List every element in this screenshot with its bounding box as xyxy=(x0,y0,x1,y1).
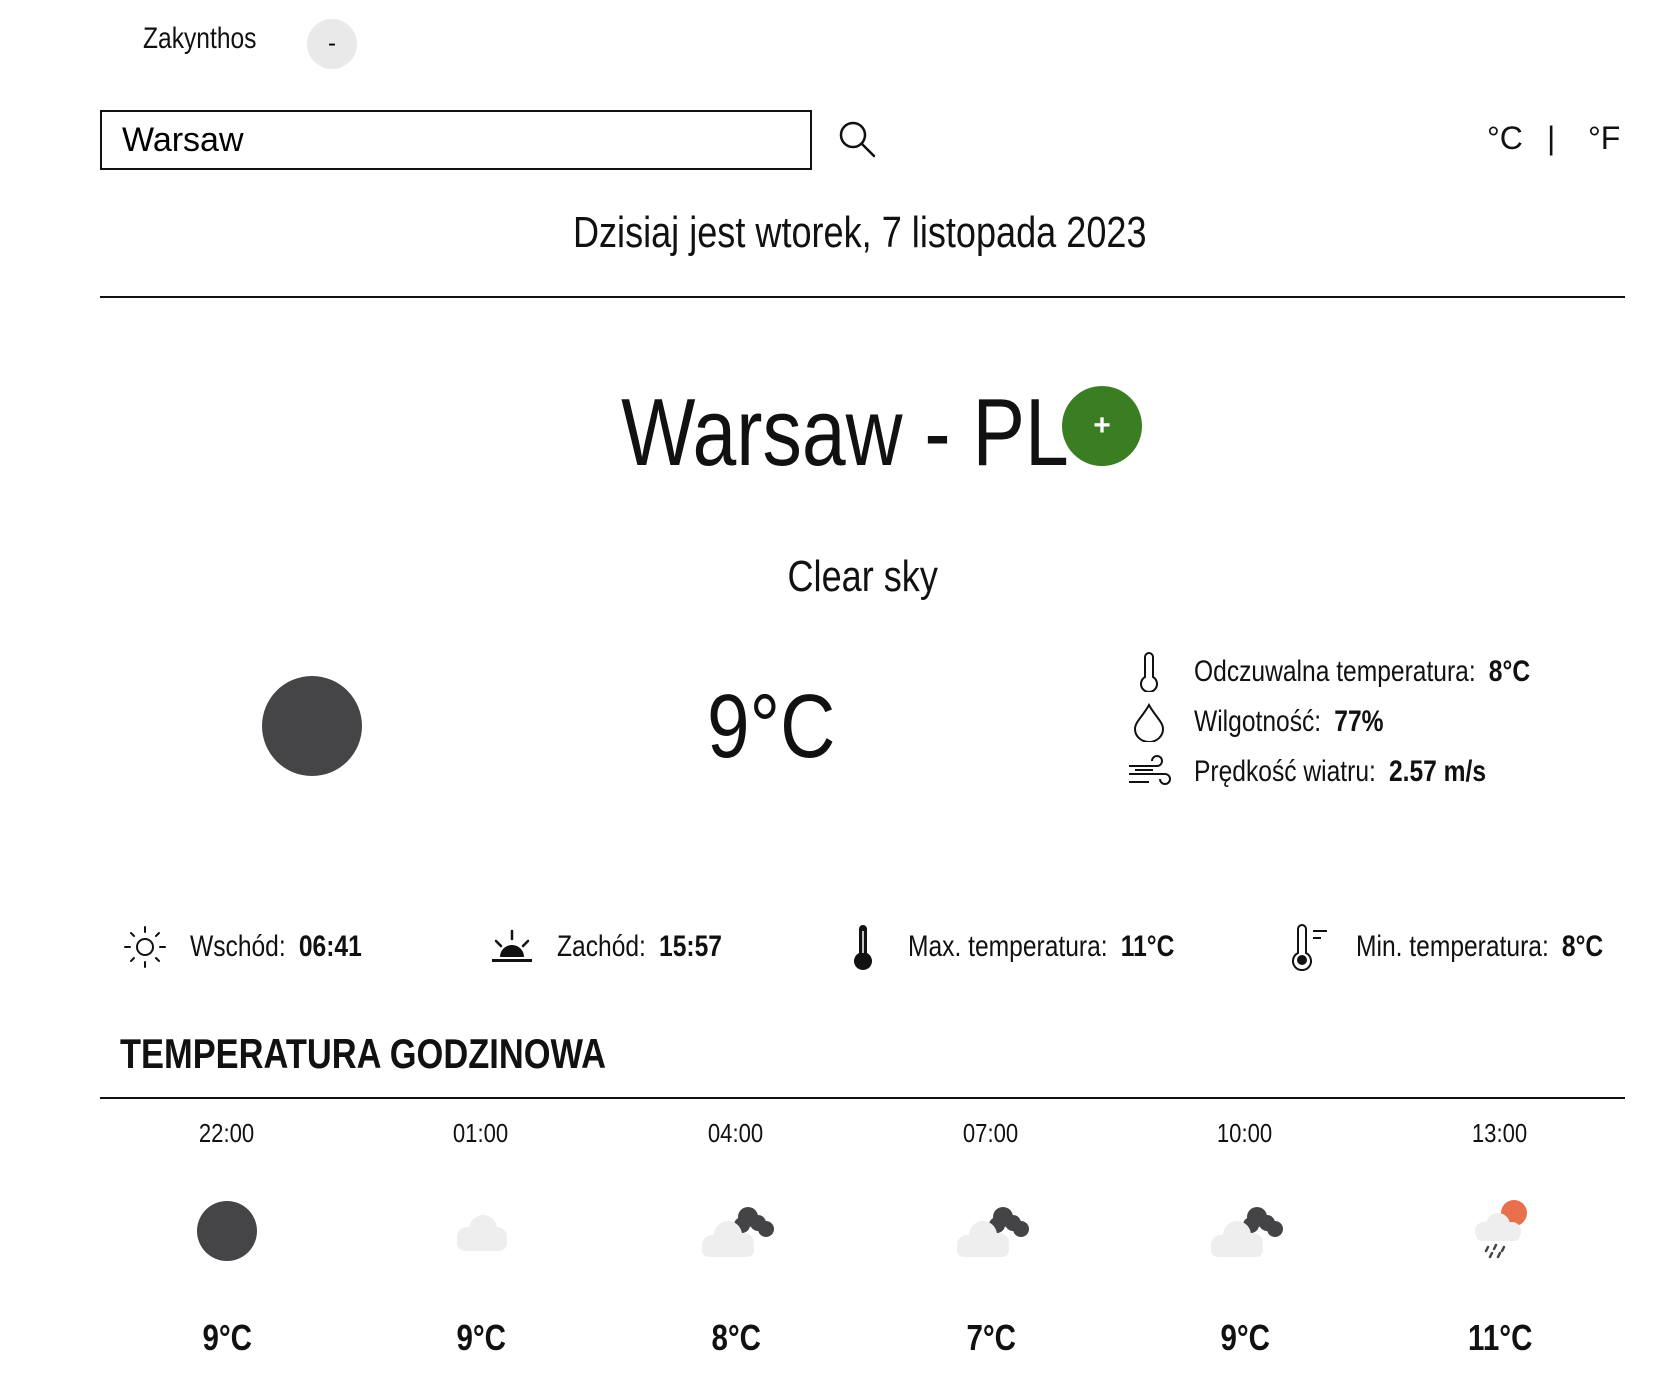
sunrise-item: Wschód: 06:41 xyxy=(120,922,399,972)
sunset-item: Zachód: 15:57 xyxy=(487,922,758,972)
min-temp-value: 8°C xyxy=(1561,930,1604,963)
sunrise-icon xyxy=(120,922,170,972)
hourly-item: 22:00 9°C xyxy=(127,1118,327,1359)
sunset-icon xyxy=(487,922,537,972)
feels-like-row: Odczuwalna temperatura: 8°C xyxy=(1126,650,1604,694)
search-button[interactable] xyxy=(836,118,880,162)
broken-clouds-icon xyxy=(941,1191,1041,1271)
min-temp-label: Min. temperatura: xyxy=(1356,930,1549,963)
sunset-label: Zachód: xyxy=(557,930,646,963)
feels-like-label: Odczuwalna temperatura: xyxy=(1194,655,1476,688)
broken-clouds-icon xyxy=(686,1191,786,1271)
add-city-button[interactable]: + xyxy=(1062,386,1142,466)
hour-temp: 7°C xyxy=(966,1317,1016,1358)
city-title-text: Warsaw - PL xyxy=(621,379,1069,486)
clear-night-icon xyxy=(262,676,362,776)
wind-icon xyxy=(1126,750,1172,794)
humidity-label: Wilgotność: xyxy=(1194,705,1322,738)
current-date: Dzisiaj jest wtorek, 7 listopada 2023 xyxy=(0,208,1660,258)
hour-temp: 8°C xyxy=(711,1317,761,1358)
unit-separator: | xyxy=(1547,120,1556,156)
wind-row: Prędkość wiatru: 2.57 m/s xyxy=(1126,750,1550,794)
hourly-item: 07:00 7°C xyxy=(891,1118,1091,1359)
saved-city-label[interactable]: Zakynthos xyxy=(143,22,256,56)
sunset-value: 15:57 xyxy=(659,930,722,963)
thermometer-icon xyxy=(1126,650,1172,694)
hour-time: 07:00 xyxy=(963,1118,1019,1148)
sunrise-value: 06:41 xyxy=(298,930,362,963)
unit-fahrenheit-toggle[interactable]: °F xyxy=(1588,120,1620,157)
thermometer-low-icon xyxy=(1286,922,1336,972)
cloud-icon xyxy=(431,1191,531,1271)
sunrise-label: Wschód: xyxy=(190,930,286,963)
hour-time: 22:00 xyxy=(199,1118,255,1148)
hour-time: 04:00 xyxy=(708,1118,764,1148)
divider xyxy=(100,1097,1625,1099)
current-date-text: Dzisiaj jest wtorek, 7 listopada 2023 xyxy=(573,208,1147,257)
hour-time: 13:00 xyxy=(1472,1118,1528,1148)
hourly-title: TEMPERATURA GODZINOWA xyxy=(120,1030,606,1077)
hour-temp: 9°C xyxy=(202,1317,252,1358)
city-search-input[interactable] xyxy=(100,110,812,170)
feels-like-value: 8°C xyxy=(1488,655,1531,688)
hour-time: 10:00 xyxy=(1217,1118,1273,1148)
hour-temp: 11°C xyxy=(1467,1317,1533,1358)
thermometer-full-icon xyxy=(838,922,888,972)
max-temp-value: 11°C xyxy=(1120,930,1175,963)
hour-temp: 9°C xyxy=(1220,1317,1270,1358)
humidity-drop-icon xyxy=(1126,700,1172,744)
rain-sun-icon xyxy=(1450,1191,1550,1271)
remove-saved-city-button[interactable]: - xyxy=(307,19,357,69)
humidity-value: 77% xyxy=(1334,705,1384,738)
weather-description: Clear sky xyxy=(0,552,1660,602)
min-temp-item: Min. temperatura: 8°C xyxy=(1286,922,1657,972)
hourly-item: 01:00 9°C xyxy=(381,1118,581,1359)
hourly-item: 10:00 9°C xyxy=(1145,1118,1345,1359)
max-temp-item: Max. temperatura: 11°C xyxy=(838,922,1233,972)
city-title: Warsaw - PL xyxy=(0,378,1660,488)
divider xyxy=(100,296,1625,298)
current-temperature: 9°C xyxy=(707,676,858,779)
max-temp-label: Max. temperatura: xyxy=(908,930,1108,963)
wind-value: 2.57 m/s xyxy=(1388,755,1487,788)
hour-time: 01:00 xyxy=(453,1118,509,1148)
broken-clouds-icon xyxy=(1195,1191,1295,1271)
current-temperature-text: 9°C xyxy=(707,677,836,777)
search-icon xyxy=(839,121,876,158)
hour-temp: 9°C xyxy=(456,1317,506,1358)
weather-description-text: Clear sky xyxy=(787,552,938,601)
unit-celsius-toggle[interactable]: °C xyxy=(1487,120,1523,157)
clear-night-icon xyxy=(177,1191,277,1271)
hourly-item: 13:00 11°C xyxy=(1400,1118,1600,1359)
humidity-row: Wilgotność: 77% xyxy=(1126,700,1425,744)
wind-label: Prędkość wiatru: xyxy=(1194,755,1376,788)
hourly-item: 04:00 8°C xyxy=(636,1118,836,1359)
